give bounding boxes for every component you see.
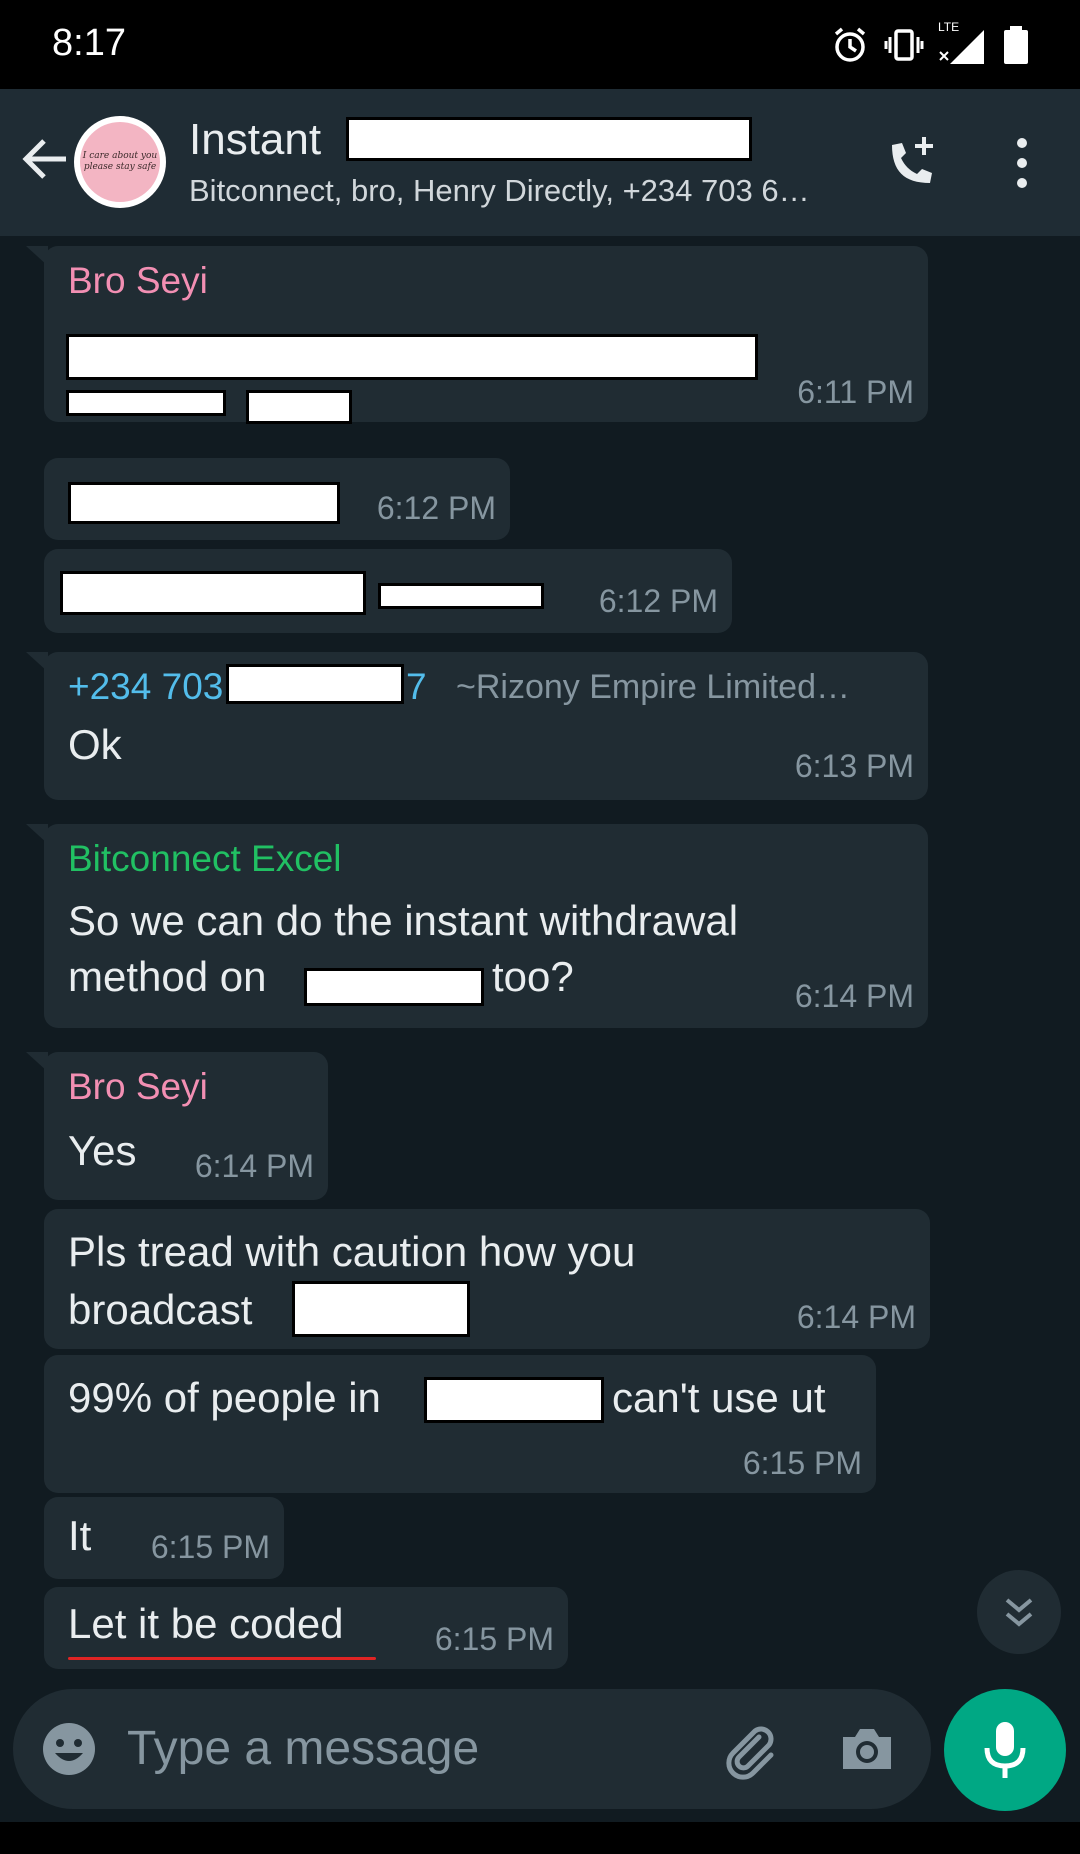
group-participants[interactable]: Bitconnect, bro, Henry Directly, +234 70… bbox=[189, 173, 849, 209]
message-text: Yes bbox=[68, 1127, 137, 1174]
message-bubble[interactable]: 6:12 PM bbox=[44, 549, 732, 633]
message-text-line: So we can do the instant withdrawal bbox=[68, 897, 739, 944]
status-time: 8:17 bbox=[52, 22, 126, 64]
message-text-line: too? bbox=[492, 953, 574, 1000]
group-title[interactable]: Instant bbox=[189, 115, 321, 165]
back-arrow-icon[interactable] bbox=[16, 129, 76, 189]
message-time: 6:11 PM bbox=[797, 374, 914, 410]
redaction-box bbox=[60, 571, 366, 615]
avatar-text: I care about you please stay safe bbox=[80, 122, 160, 202]
message-text: Let it be coded bbox=[68, 1600, 344, 1647]
message-bubble[interactable]: Bro Seyi 6:11 PM bbox=[26, 246, 928, 424]
message-list[interactable]: Bro Seyi 6:11 PM 6:12 PM 6:12 PM +234 70… bbox=[0, 236, 1080, 1686]
chat-header: I care about you please stay safe Instan… bbox=[0, 89, 1080, 236]
message-bubble[interactable]: It 6:15 PM bbox=[44, 1497, 284, 1579]
message-time: 6:15 PM bbox=[434, 1621, 554, 1657]
message-bubble[interactable]: Pls tread with caution how you broadcast… bbox=[44, 1209, 930, 1349]
vibrate-icon bbox=[884, 29, 924, 61]
paperclip-icon[interactable] bbox=[717, 1717, 781, 1781]
redaction-box bbox=[226, 664, 404, 704]
message-sender: +234 703 bbox=[68, 666, 224, 707]
voice-message-button[interactable] bbox=[944, 1689, 1066, 1811]
scroll-to-bottom-button[interactable] bbox=[977, 1570, 1061, 1654]
message-bubble[interactable]: 99% of people in can't use ut 6:15 PM bbox=[44, 1355, 876, 1493]
message-push-name: ~Rizony Empire Limited… bbox=[456, 668, 850, 706]
camera-icon[interactable] bbox=[835, 1717, 899, 1781]
message-bubble[interactable]: Bitconnect Excel So we can do the instan… bbox=[26, 824, 928, 1028]
message-bubble[interactable]: 6:12 PM bbox=[44, 458, 510, 540]
microphone-icon bbox=[984, 1722, 1026, 1778]
message-sender: Bro Seyi bbox=[68, 260, 208, 301]
redaction-box bbox=[246, 390, 352, 424]
message-time: 6:14 PM bbox=[794, 978, 914, 1014]
message-text: It bbox=[68, 1512, 92, 1559]
status-bar: 8:17 LTE bbox=[0, 0, 1080, 89]
redaction-box bbox=[304, 968, 484, 1006]
message-text-line: 99% of people in bbox=[68, 1374, 381, 1421]
double-chevron-down-icon bbox=[1005, 1598, 1033, 1627]
message-time: 6:14 PM bbox=[194, 1148, 314, 1184]
alarm-icon bbox=[834, 27, 866, 62]
redaction-box bbox=[346, 117, 752, 161]
redaction-box bbox=[424, 1377, 604, 1423]
lte-signal-icon: LTE bbox=[938, 20, 988, 68]
group-avatar[interactable]: I care about you please stay safe bbox=[74, 116, 166, 208]
redaction-box bbox=[292, 1281, 470, 1337]
message-bubble[interactable]: Bro Seyi Yes 6:14 PM bbox=[26, 1052, 328, 1200]
message-text-line: method on bbox=[68, 953, 267, 1000]
add-call-icon[interactable] bbox=[882, 133, 942, 193]
navigation-bar bbox=[0, 1822, 1080, 1854]
message-text-line: can't use ut bbox=[612, 1374, 826, 1421]
message-bubble[interactable]: Let it be coded 6:15 PM bbox=[44, 1587, 568, 1669]
redaction-box bbox=[68, 482, 340, 524]
redaction-box bbox=[378, 583, 544, 609]
message-text-line: broadcast bbox=[68, 1286, 253, 1333]
battery-icon bbox=[1004, 26, 1028, 64]
message-time: 6:13 PM bbox=[794, 748, 914, 784]
message-text: Ok bbox=[68, 721, 122, 768]
message-composer[interactable]: Type a message bbox=[13, 1689, 931, 1809]
message-time: 6:15 PM bbox=[742, 1445, 862, 1481]
emoji-icon[interactable] bbox=[41, 1721, 97, 1777]
message-input[interactable]: Type a message bbox=[127, 1721, 479, 1776]
more-options-icon[interactable] bbox=[1005, 133, 1039, 193]
redaction-box bbox=[66, 334, 758, 380]
message-sender: Bro Seyi bbox=[68, 1066, 208, 1107]
message-time: 6:14 PM bbox=[796, 1299, 916, 1335]
message-sender-suffix: 7 bbox=[406, 666, 427, 707]
message-sender: Bitconnect Excel bbox=[68, 838, 342, 879]
message-time: 6:15 PM bbox=[150, 1529, 270, 1565]
spellcheck-underline bbox=[68, 1657, 376, 1660]
status-icons: LTE bbox=[830, 20, 1032, 68]
message-text-line: Pls tread with caution how you bbox=[68, 1228, 636, 1275]
redaction-box bbox=[66, 390, 226, 416]
message-time: 6:12 PM bbox=[376, 490, 496, 526]
message-time: 6:12 PM bbox=[598, 583, 718, 619]
message-bubble[interactable]: +234 703 7 ~Rizony Empire Limited… Ok 6:… bbox=[26, 652, 928, 800]
